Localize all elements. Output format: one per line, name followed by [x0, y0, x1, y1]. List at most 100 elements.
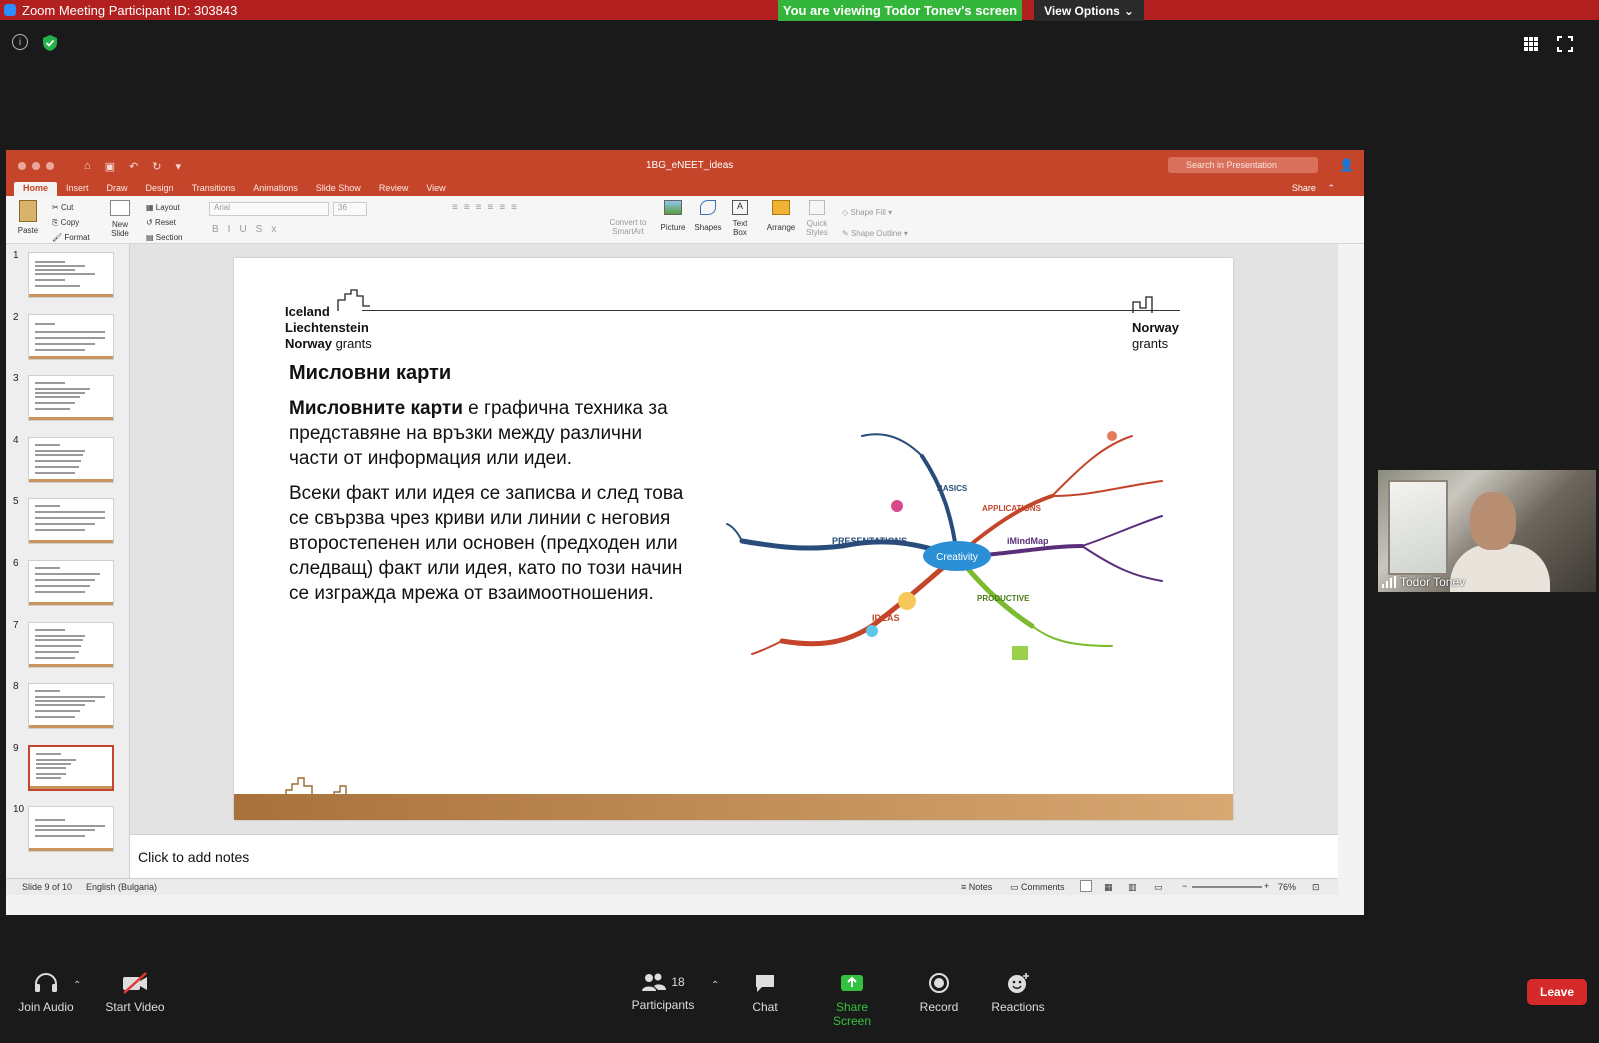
share-button[interactable]: Share ⌃	[1274, 182, 1344, 195]
ppt-title-bar: ⌂ ▣ ↶ ↻ ▾ 1BG_eNEET_ideas Search in Pres…	[6, 150, 1364, 182]
shapes-button[interactable]: Shapes	[694, 200, 722, 232]
ribbon-tab-insert[interactable]: Insert	[57, 182, 98, 196]
share-person-icon[interactable]: 👤	[1339, 158, 1354, 172]
participants-button[interactable]: 18 Participants	[630, 972, 696, 1012]
zoom-in-button[interactable]: +	[1264, 881, 1269, 891]
shape-fill-button[interactable]: ◇ Shape Fill ▾	[842, 202, 908, 223]
start-video-button[interactable]: Start Video	[105, 972, 165, 1014]
comments-button[interactable]: ▭ Comments	[1010, 882, 1065, 893]
convert-smartart-button[interactable]: Convert to SmartArt	[606, 202, 650, 236]
thumbnail-text-line	[35, 829, 95, 832]
cut-button[interactable]: ✂ Cut	[52, 200, 90, 215]
font-format-buttons[interactable]: BIUSx	[212, 224, 285, 235]
slide-thumbnail-8[interactable]: 8	[6, 681, 130, 730]
slide-thumbnail-9[interactable]: 9	[6, 743, 130, 791]
share-screen-label: Share Screen	[832, 1000, 872, 1028]
slide-thumbnail-2[interactable]: 2	[6, 312, 130, 360]
thumbnail-text-line	[35, 388, 90, 391]
notes-toggle-button[interactable]: ≡ Notes	[961, 882, 992, 892]
layout-button[interactable]: ▦ Layout	[146, 200, 182, 215]
normal-view-button[interactable]	[1080, 880, 1092, 892]
language-indicator[interactable]: English (Bulgaria)	[86, 882, 157, 892]
join-audio-button[interactable]: Join Audio	[16, 972, 76, 1014]
convert-smartart-label: Convert to SmartArt	[609, 218, 647, 236]
reset-button[interactable]: ↺ Reset	[146, 215, 182, 230]
norway-logo-name: Norway	[1132, 320, 1179, 335]
record-button[interactable]: Record	[917, 972, 961, 1014]
quick-styles-button[interactable]: Quick Styles	[804, 200, 830, 237]
reactions-button[interactable]: Reactions	[990, 972, 1046, 1014]
thumbnail-text-line	[35, 716, 75, 719]
slide-thumbnail-4[interactable]: 4	[6, 435, 130, 483]
notes-toggle-label: Notes	[968, 882, 993, 892]
reset-label: Reset	[154, 218, 176, 227]
home-icon[interactable]: ⌂	[84, 160, 91, 173]
current-slide[interactable]: Iceland Liechtenstein Norway grants Norw…	[234, 258, 1233, 820]
redo-icon[interactable]: ↻	[152, 160, 161, 173]
ribbon-tab-transitions[interactable]: Transitions	[183, 182, 245, 196]
mind-map-image[interactable]: Creativity PRESENTATIONS IDEAS PRODUCTIV…	[722, 396, 1182, 706]
paragraph-buttons[interactable]: ≡≡≡≡≡≡	[452, 202, 523, 213]
notes-pane[interactable]: Click to add notes	[130, 834, 1338, 878]
thumbnail-text-line	[35, 579, 95, 581]
ribbon-tab-view[interactable]: View	[417, 182, 454, 196]
ribbon-tab-draw[interactable]: Draw	[98, 182, 137, 196]
picture-button[interactable]: Picture	[658, 200, 688, 232]
slide-title[interactable]: Мисловни карти	[289, 362, 451, 385]
copy-button[interactable]: ⎘ Copy	[52, 215, 90, 230]
paste-button[interactable]: Paste	[14, 200, 42, 235]
leave-meeting-button[interactable]: Leave	[1527, 979, 1587, 1005]
slide-thumbnail-1[interactable]: 1	[6, 250, 130, 298]
zoom-out-button[interactable]: −	[1182, 881, 1187, 891]
ribbon-tab-review[interactable]: Review	[370, 182, 418, 196]
slide-thumbnail-6[interactable]: 6	[6, 558, 130, 606]
slideshow-button[interactable]: ▭	[1154, 882, 1163, 893]
gallery-view-icon[interactable]	[1523, 36, 1539, 52]
zoom-slider[interactable]	[1192, 886, 1262, 888]
reading-view-button[interactable]: ▥	[1128, 882, 1137, 893]
thumbnail-text-line	[36, 766, 66, 769]
shape-outline-button[interactable]: ✎ Shape Outline ▾	[842, 223, 908, 244]
save-icon[interactable]: ▣	[105, 160, 115, 173]
slide-thumbnail-3[interactable]: 3	[6, 373, 130, 422]
ribbon-tab-animations[interactable]: Animations	[244, 182, 307, 196]
fit-to-window-icon[interactable]: ⊡	[1312, 882, 1320, 893]
view-options-button[interactable]: View Options ⌄	[1034, 0, 1144, 21]
slide-body-text[interactable]: Мисловните карти е графична техника за п…	[289, 396, 689, 616]
audio-options-chevron-icon[interactable]: ⌃	[73, 980, 81, 991]
new-slide-button[interactable]: New Slide	[106, 200, 134, 238]
undo-icon[interactable]: ↶	[129, 160, 138, 173]
slide-thumbnail-10[interactable]: 10	[6, 804, 130, 853]
slide-sorter-button[interactable]: ▦	[1104, 882, 1113, 893]
minimize-window-button[interactable]	[32, 162, 40, 170]
text-box-button[interactable]: A Text Box	[728, 200, 752, 237]
close-window-button[interactable]	[18, 162, 26, 170]
info-icon[interactable]: i	[12, 34, 28, 50]
font-size-select[interactable]: 36	[333, 202, 367, 216]
thumbnail-text-line	[35, 408, 70, 411]
maximize-window-button[interactable]	[46, 162, 54, 170]
participants-options-chevron-icon[interactable]: ⌃	[711, 980, 719, 991]
ribbon-tab-design[interactable]: Design	[137, 182, 183, 196]
format-painter-button[interactable]: 🖌 Format	[52, 230, 90, 245]
arrange-button[interactable]: Arrange	[764, 200, 798, 232]
ribbon-tab-slide-show[interactable]: Slide Show	[307, 182, 370, 196]
slide-thumbnail-preview	[28, 498, 114, 545]
fullscreen-icon[interactable]	[1557, 36, 1573, 52]
share-screen-button[interactable]: Share Screen	[816, 972, 888, 1028]
slide-thumbnail-7[interactable]: 7	[6, 620, 130, 668]
customize-qat-icon[interactable]: ▾	[176, 160, 182, 173]
chat-button[interactable]: Chat	[745, 972, 785, 1014]
slide-counter: Slide 9 of 10	[22, 882, 73, 892]
slide-thumbnail-number: 6	[13, 558, 19, 569]
slide-thumbnail-5[interactable]: 5	[6, 496, 130, 545]
participant-video-tile[interactable]: Todor Tonev	[1378, 470, 1596, 592]
ppt-search-box[interactable]: Search in Presentation	[1168, 157, 1318, 173]
zoom-percentage[interactable]: 76%	[1278, 882, 1296, 892]
shield-icon[interactable]	[42, 34, 58, 52]
section-button[interactable]: ▤ Section	[146, 230, 182, 245]
font-name-select[interactable]: Arial	[209, 202, 329, 216]
ribbon-tabs: Home Insert Draw Design Transitions Animation…	[6, 182, 1364, 196]
ribbon-tab-home[interactable]: Home	[14, 182, 58, 196]
slide-thumbnail-number: 2	[13, 311, 19, 323]
